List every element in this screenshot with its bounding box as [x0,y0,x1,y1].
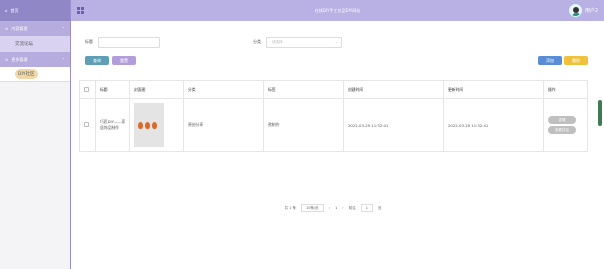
menu-group-more[interactable]: ⊙ 更多管理 ⌃ [0,52,70,67]
category-placeholder: 请选择 [272,39,283,44]
row-checkbox[interactable] [84,122,89,127]
sidebar: ⌂ 首页 ⊙ 内容管理 ⌃ 交流论坛 ⊙ 更多管理 ⌃ DIY社区 [0,0,71,269]
main-content: 标题 分类 请选择 ⌄ 查询 重置 添加 删除 标题 封面图 分类 标签 创建时… [71,21,604,269]
row-category: 原创分享 [183,98,264,152]
sidebar-item-label: DIY社区 [15,69,38,79]
select-all-cell[interactable] [79,80,96,99]
header-title[interactable]: 标题 [95,80,130,99]
select-all-checkbox[interactable] [84,86,89,92]
menu-group-label: 更多管理 [11,56,28,62]
topbar: 在线DIY手工艺品DIY网站 用户2 [71,0,604,21]
chevron-up-icon: ⌃ [61,57,65,62]
scrollbar[interactable] [598,100,602,126]
detail-button[interactable]: 详情 [548,116,576,124]
goto-input[interactable]: 1 [360,204,373,212]
row-created: 2022-03-29 11:32:41 [343,98,444,152]
content-icon: ⊙ [5,26,9,31]
header-category: 分类 [183,80,264,99]
page-number[interactable]: 1 [335,206,337,210]
add-button[interactable]: 添加 [538,56,562,65]
header-actions: 操作 [543,80,588,99]
page-size-select[interactable]: 10条/页 [301,204,324,212]
menu-group-content[interactable]: ⊙ 内容管理 ⌃ [0,21,70,36]
pagination: 共 1 条 10条/页 ‹ 1 › 前往 1 页 [79,204,587,212]
prev-page-button[interactable]: ‹ [329,206,330,210]
chevron-down-icon: ⌄ [335,40,338,44]
button-row: 查询 重置 添加 删除 [85,56,588,66]
home-label: 首页 [10,7,19,13]
chevron-up-icon: ⌃ [61,26,65,31]
header-created[interactable]: 创建时间 [343,80,444,99]
reset-button[interactable]: 重置 [112,56,136,65]
row-title: 巧匠DIY——家居饰品制作 [95,98,130,152]
row-actions: 详情 查看评论 [543,98,588,152]
site-title: 在线DIY手工艺品DIY网站 [314,7,361,13]
search-form: 标题 分类 请选择 ⌄ [85,36,584,48]
menu-group-label: 内容管理 [11,25,28,31]
row-select-cell[interactable] [79,98,96,152]
sidebar-item-forum[interactable]: 交流论坛 [0,36,70,52]
goto-label: 前往 [348,205,356,210]
sidebar-item-diy[interactable]: DIY社区 [0,67,70,82]
cover-image [134,103,164,147]
view-comments-button[interactable]: 查看评论 [548,126,576,134]
header-tag: 标签 [263,80,344,99]
sidebar-item-label: 交流论坛 [15,42,33,47]
category-select[interactable]: 请选择 ⌄ [266,36,342,48]
search-button[interactable]: 查询 [85,56,109,65]
title-input[interactable] [98,36,160,48]
total-count: 共 1 条 [284,205,297,210]
menu-toggle-icon[interactable] [77,7,84,14]
table-row: 巧匠DIY——家居饰品制作 原创分享 熬制作 2022-03-29 11:32:… [79,98,588,152]
username: 用户2 [584,8,598,14]
header-cover: 封面图 [129,80,184,99]
settings-icon: ⊙ [5,57,9,62]
page-suffix: 页 [377,205,382,210]
row-tag: 熬制作 [263,98,344,152]
data-table: 标题 封面图 分类 标签 创建时间 更新时间 操作 巧匠DIY——家居饰品制作 [79,80,588,212]
home-link[interactable]: ⌂ 首页 [0,0,70,21]
header-updated[interactable]: 更新时间 [443,80,544,99]
next-page-button[interactable]: › [342,206,343,210]
delete-button[interactable]: 删除 [564,56,588,65]
user-menu[interactable]: 用户2 [568,4,598,17]
row-cover [129,98,184,152]
table-header-row: 标题 封面图 分类 标签 创建时间 更新时间 操作 [79,80,588,99]
home-icon: ⌂ [5,8,8,13]
category-label: 分类 [253,39,261,44]
title-label: 标题 [85,39,93,44]
row-updated: 2022-03-29 11:32:41 [443,98,544,152]
avatar [568,4,582,17]
